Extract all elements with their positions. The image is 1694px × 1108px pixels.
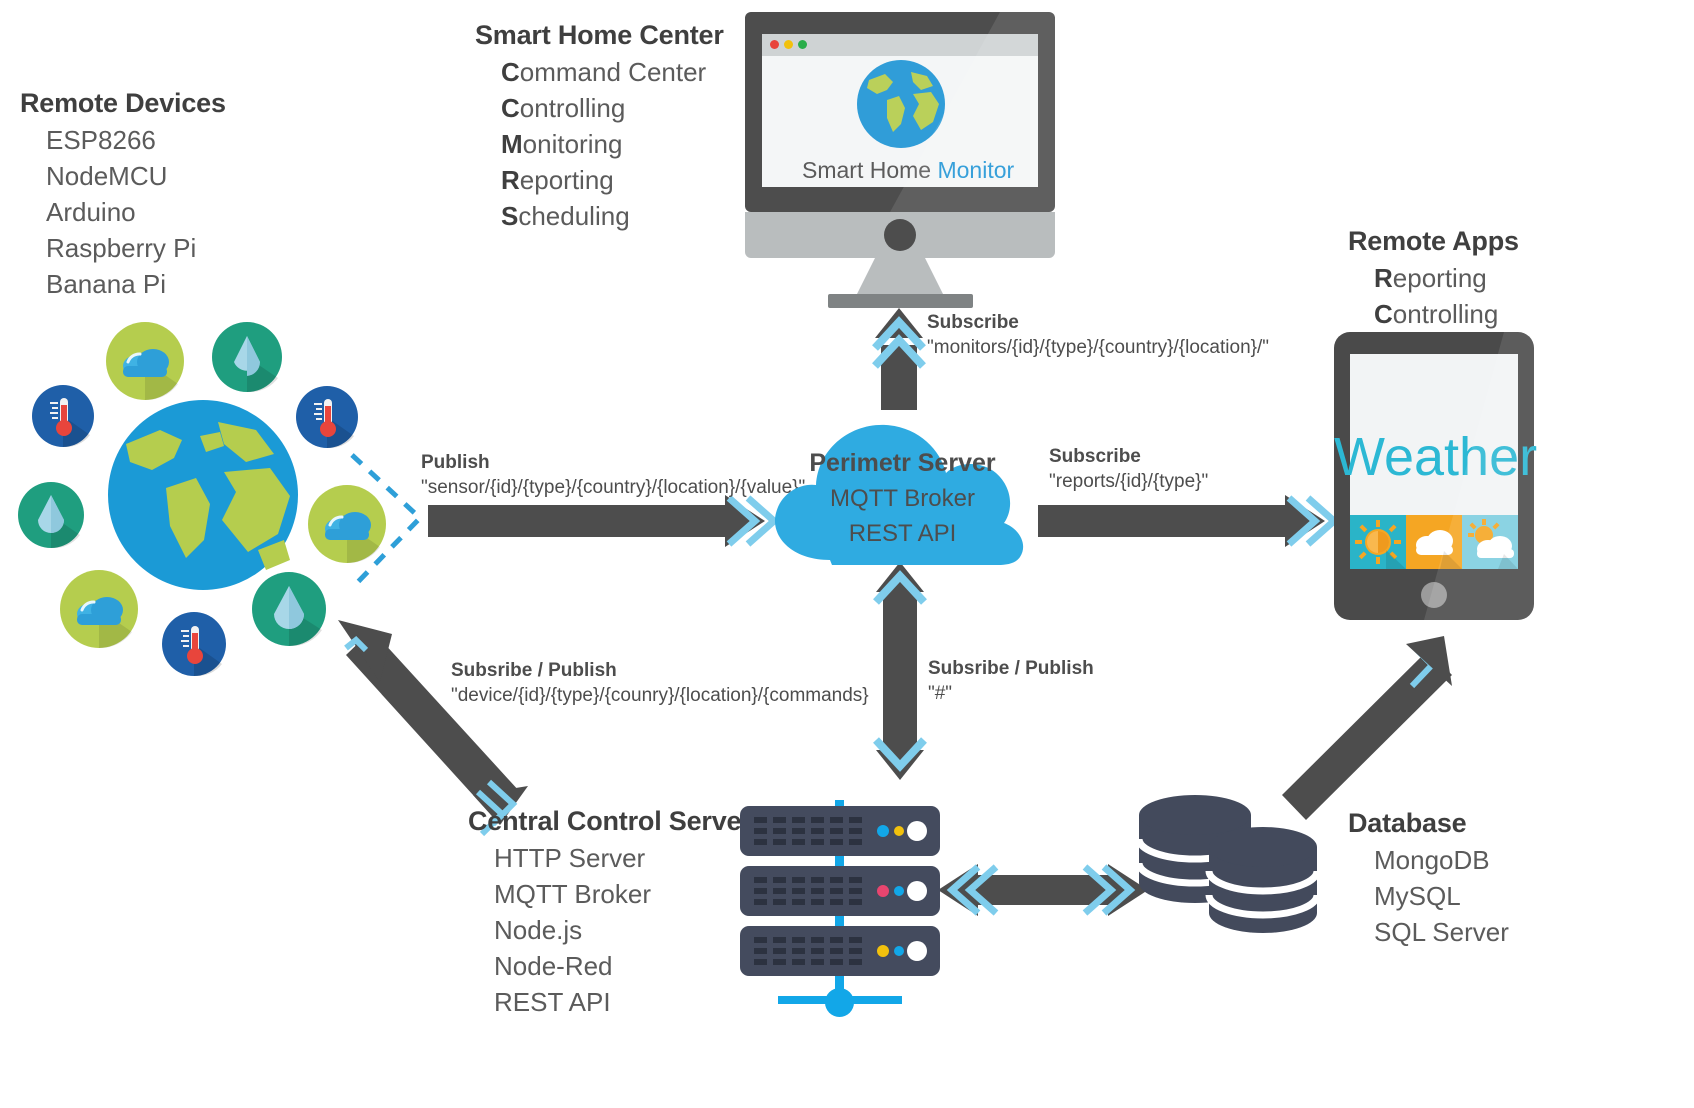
- smart-home-monitor-device: Smart Home Monitor: [740, 12, 1060, 308]
- label-subpub-device: Subsribe / Publish "device/{id}/{type}/{…: [451, 660, 869, 707]
- remote-devices-title: Remote Devices: [20, 88, 226, 118]
- remote-devices-item-2: Arduino: [46, 197, 136, 227]
- database-item-0: MongoDB: [1374, 845, 1490, 875]
- sun-icon: [1355, 520, 1406, 569]
- window-minimize-dot[interactable]: [784, 40, 793, 49]
- world-globe: [108, 400, 298, 590]
- server-vents-0: [754, 817, 927, 845]
- central-control-server-item-3: Node-Red: [494, 951, 613, 981]
- remote-apps-item-1: Controlling: [1374, 299, 1499, 329]
- device-icon-thermometer-3: [162, 612, 226, 676]
- database-cylinders: [1135, 795, 1321, 933]
- label-publish-topic: "sensor/{id}/{type}/{country}/{location}…: [421, 476, 806, 498]
- central-control-server-item-4: REST API: [494, 987, 611, 1017]
- cloud-line-1: REST API: [848, 520, 957, 547]
- label-publish: Publish "sensor/{id}/{type}/{country}/{l…: [421, 452, 805, 499]
- device-icon-drop-1: [212, 322, 282, 392]
- remote-devices-item-0: ESP8266: [46, 125, 156, 155]
- cloud-text-block: Perimetr Server MQTT Broker REST API: [770, 449, 1035, 548]
- monitor-power-knob[interactable]: [884, 219, 916, 251]
- device-icon-drop-3: [252, 572, 326, 646]
- monitor-stand-foot: [828, 294, 973, 308]
- smart-home-center-item-4: Scheduling: [501, 201, 630, 231]
- group-central-control-server: Central Control Server HTTP Server MQTT …: [468, 806, 752, 1017]
- diagram-canvas: Remote Devices ESP8266 NodeMCU Arduino R…: [0, 0, 1694, 1108]
- group-database: Database MongoDB MySQL SQL Server: [1348, 808, 1509, 947]
- central-control-server-racks: [740, 800, 940, 1017]
- monitor-globe-icon: [857, 60, 945, 148]
- group-smart-home-center: Smart Home Center Command Center Control…: [475, 20, 724, 231]
- remote-devices-item-3: Raspberry Pi: [46, 233, 197, 263]
- smart-home-center-title: Smart Home Center: [475, 20, 724, 50]
- central-control-server-title: Central Control Server: [468, 806, 752, 836]
- smart-home-center-item-1: Controlling: [501, 93, 626, 123]
- perimetr-server-cloud: Perimetr Server MQTT Broker REST API: [770, 405, 1035, 570]
- server-bus-node: [825, 988, 854, 1017]
- remote-devices-item-4: Banana Pi: [46, 269, 166, 299]
- database-item-2: SQL Server: [1374, 917, 1509, 947]
- server-vents-1: [754, 877, 927, 905]
- cloud-line-0: MQTT Broker: [830, 485, 975, 512]
- remote-devices-item-1: NodeMCU: [46, 161, 168, 191]
- arrow-central-server-to-devices: [338, 620, 528, 837]
- server-unit-1: [740, 866, 940, 916]
- remote-app-tablet: Weather: [1334, 332, 1537, 620]
- device-icon-thermometer-1: [32, 385, 94, 447]
- label-subscribe-monitor-action: Subscribe: [927, 312, 1019, 333]
- cloud-title: Perimetr Server: [809, 449, 996, 477]
- smart-home-center-item-3: Reporting: [501, 165, 614, 195]
- label-subpub-device-topic: "device/{id}/{type}/{counry}/{location}/…: [451, 684, 869, 706]
- label-subscribe-reports-action: Subscribe: [1049, 446, 1141, 467]
- remote-apps-title: Remote Apps: [1348, 226, 1519, 256]
- central-control-server-item-2: Node.js: [494, 915, 583, 945]
- device-icon-drop-2: [18, 482, 84, 548]
- server-vents-2: [754, 937, 927, 965]
- label-subscribe-monitor: Subscribe "monitors/{id}/{type}/{country…: [927, 312, 1269, 359]
- label-subscribe-reports: Subscribe "reports/{id}/{type}": [1049, 446, 1208, 493]
- device-icon-cloud-1: [106, 322, 184, 400]
- group-remote-devices: Remote Devices ESP8266 NodeMCU Arduino R…: [20, 88, 226, 299]
- label-subscribe-reports-topic: "reports/{id}/{type}": [1049, 470, 1209, 492]
- device-icon-thermometer-2: [296, 386, 358, 448]
- smart-home-center-item-2: Monitoring: [501, 129, 623, 159]
- window-maximize-dot[interactable]: [798, 40, 807, 49]
- arrow-devices-to-monitor: [872, 308, 926, 410]
- label-subpub-device-action: Subsribe / Publish: [451, 660, 617, 681]
- server-unit-2: [740, 926, 940, 976]
- central-control-server-item-1: MQTT Broker: [494, 879, 651, 909]
- monitor-stand-neck: [857, 258, 943, 294]
- remote-apps-item-0: Reporting: [1374, 263, 1487, 293]
- database-title: Database: [1348, 808, 1467, 838]
- label-subscribe-monitor-topic: "monitors/{id}/{type}/{country}/{locatio…: [927, 336, 1269, 358]
- central-control-server-item-0: HTTP Server: [494, 843, 646, 873]
- group-remote-apps: Remote Apps Reporting Controlling: [1348, 226, 1519, 329]
- label-subpub-hash: Subsribe / Publish "#": [928, 658, 1094, 705]
- label-subpub-hash-topic: "#": [928, 682, 953, 704]
- arrow-central-server-to-database: [938, 864, 1148, 916]
- database-item-1: MySQL: [1374, 881, 1461, 911]
- db-cylinder-right: [1205, 827, 1321, 933]
- device-icon-cloud-3: [60, 570, 138, 648]
- label-subpub-hash-action: Subsribe / Publish: [928, 658, 1094, 679]
- weather-tile-0[interactable]: [1350, 515, 1406, 569]
- window-close-dot[interactable]: [770, 40, 779, 49]
- arrow-cloud-to-central-server: [873, 562, 927, 780]
- label-publish-action: Publish: [421, 452, 490, 473]
- arrow-publish-to-cloud: [428, 495, 780, 547]
- arrow-subscribe-to-apps: [1038, 495, 1340, 547]
- smart-home-center-item-0: Command Center: [501, 57, 707, 87]
- server-unit-0: [740, 806, 940, 856]
- device-icon-cloud-2: [308, 485, 386, 563]
